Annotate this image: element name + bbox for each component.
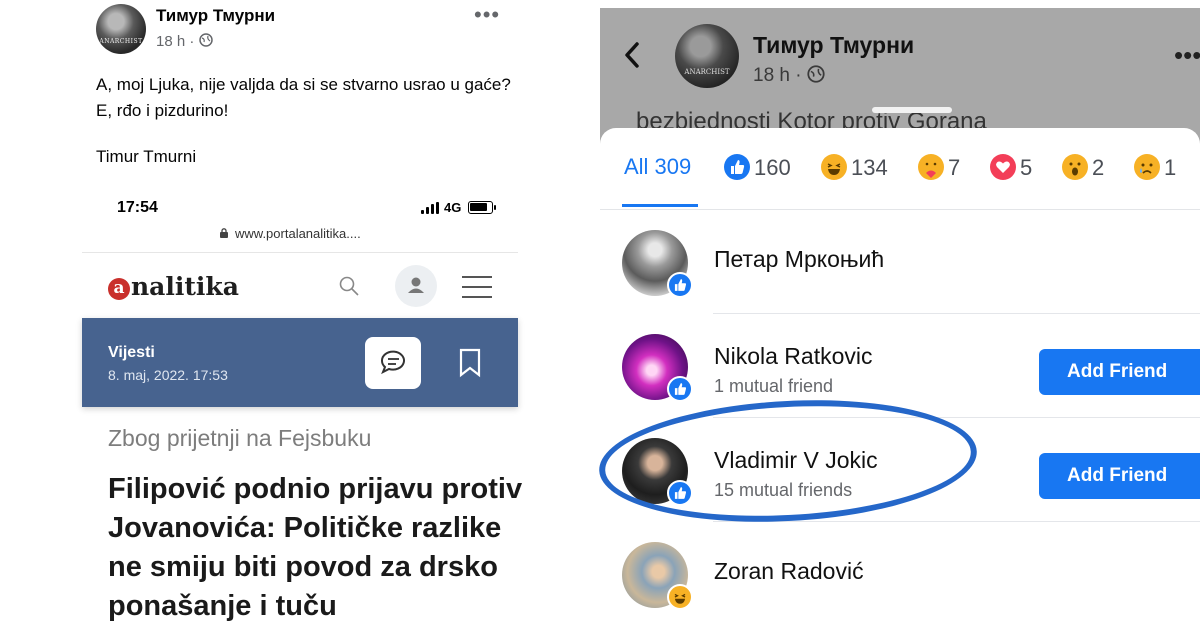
sheet-handle[interactable] [872, 107, 952, 113]
list-item[interactable]: Nikola Ratkovic 1 mutual friend Add Frie… [600, 314, 1200, 418]
tab-count: 5 [1020, 155, 1033, 180]
url-divider [82, 252, 518, 253]
tab-all[interactable]: All 309 [624, 154, 691, 184]
bookmark-icon[interactable] [458, 348, 482, 378]
avatar-text: ANARCHIST [684, 68, 730, 76]
network-label: 4G [444, 200, 462, 215]
tab-love[interactable]: 5 [990, 154, 1032, 184]
mutual-friends: 15 mutual friends [714, 480, 853, 500]
person-name[interactable]: Петар Мркоњић [714, 246, 884, 273]
post-time-label: 18 h · [156, 33, 195, 50]
globe-icon [807, 65, 825, 83]
post-signature: Timur Tmurni [96, 147, 197, 166]
tab-care[interactable]: 7 [918, 154, 960, 184]
logo-initial: a [108, 278, 130, 300]
hamburger-menu-icon[interactable] [462, 276, 492, 298]
tab-count: 134 [851, 155, 888, 180]
tab-sad[interactable]: 1 [1134, 154, 1176, 184]
left-screenshot: ANARCHIST Тимур Тмурни 18 h · ••• A, moj… [0, 0, 580, 623]
tab-wow[interactable]: 2 [1062, 154, 1104, 184]
lock-icon [220, 228, 228, 238]
like-icon [667, 376, 693, 402]
search-icon[interactable] [338, 275, 360, 297]
tab-count: 1 [1164, 155, 1177, 180]
back-arrow-icon[interactable] [622, 40, 642, 70]
comments-button[interactable] [365, 337, 421, 389]
haha-icon [667, 584, 693, 610]
tab-count: 160 [754, 155, 791, 180]
post-time-label: 18 h · [753, 65, 802, 86]
post-header-dimmed: ANARCHIST Тимур Тмурни 18 h · ••• bezbje… [600, 8, 1200, 148]
logo-text: nalitika [131, 272, 239, 301]
mutual-friends: 1 mutual friend [714, 376, 834, 396]
avatar-text: ANARCHIST [99, 38, 143, 45]
reactions-sheet: All 309 160 134 7 5 2 1 Петар Мркоњић Ni… [600, 128, 1200, 623]
reaction-tabs: All 309 160 134 7 5 2 1 [600, 128, 1200, 210]
person-name[interactable]: Nikola Ratkovic [714, 343, 873, 370]
author-avatar[interactable]: ANARCHIST [675, 24, 739, 88]
list-item[interactable]: Петар Мркоњић [600, 210, 1200, 314]
article-kicker: Zbog prijetnji na Fejsbuku [108, 425, 372, 451]
user-icon [408, 277, 424, 293]
post-author[interactable]: Тимур Тмурни [753, 32, 914, 59]
person-name[interactable]: Vladimir V Jokic [714, 447, 878, 474]
tab-count: 7 [948, 155, 961, 180]
tab-like[interactable]: 160 [724, 154, 791, 184]
list-item[interactable]: Zoran Radović [600, 522, 1200, 623]
post-author[interactable]: Тимур Тмурни [156, 6, 275, 26]
wow-icon [1062, 154, 1088, 180]
like-icon [724, 154, 750, 180]
post-time: 18 h · [753, 65, 825, 87]
signal-icon [421, 202, 439, 214]
article-headline[interactable]: Filipović podnio prijavu protiv Jovanovi… [108, 470, 528, 623]
comment-icon [380, 350, 405, 375]
url-bar[interactable]: www.portalanalitika.... [235, 226, 361, 241]
more-options-icon[interactable]: ••• [474, 2, 500, 28]
status-time: 17:54 [117, 199, 158, 216]
more-options-icon[interactable]: ••• [1174, 40, 1200, 71]
battery-icon [468, 201, 496, 214]
sad-icon [1134, 154, 1160, 180]
site-logo[interactable]: a nalitika [108, 272, 239, 301]
article-date: 8. maj, 2022. 17:53 [108, 367, 228, 383]
article-banner: Vijesti 8. maj, 2022. 17:53 [82, 318, 518, 407]
globe-icon [198, 33, 213, 47]
article-category[interactable]: Vijesti [108, 344, 155, 362]
add-friend-button[interactable]: Add Friend [1039, 453, 1200, 499]
tab-label: All 309 [624, 154, 692, 179]
like-icon [667, 272, 693, 298]
post-time: 18 h · [156, 33, 213, 50]
like-icon [667, 480, 693, 506]
haha-icon [821, 154, 847, 180]
list-item[interactable]: Vladimir V Jokic 15 mutual friends Add F… [600, 418, 1200, 522]
person-name[interactable]: Zoran Radović [714, 558, 864, 585]
love-icon [990, 154, 1016, 180]
author-avatar[interactable]: ANARCHIST [96, 4, 146, 54]
add-friend-button[interactable]: Add Friend [1039, 349, 1200, 395]
post-text: A, moj Ljuka, nije valjda da si se stvar… [96, 75, 511, 120]
tab-count: 2 [1092, 155, 1105, 180]
user-account-button[interactable] [395, 265, 437, 307]
care-icon [918, 154, 944, 180]
right-screenshot: ANARCHIST Тимур Тмурни 18 h · ••• bezbje… [600, 8, 1200, 623]
active-tab-indicator [622, 204, 698, 207]
tab-haha[interactable]: 134 [821, 154, 888, 184]
